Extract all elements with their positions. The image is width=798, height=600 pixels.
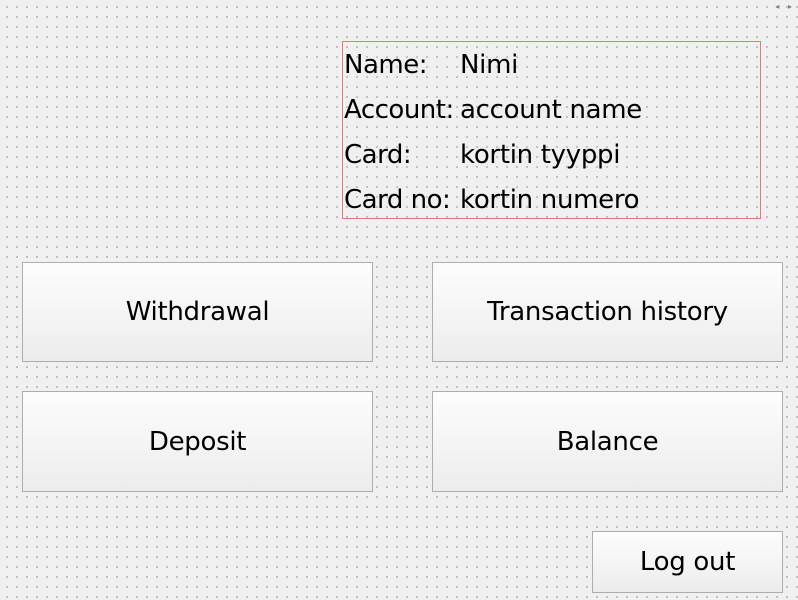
name-value: Nimi xyxy=(460,50,519,80)
account-info-panel: Name: Nimi Account: account name Card: k… xyxy=(342,41,761,219)
deposit-button[interactable]: Deposit xyxy=(22,391,373,492)
name-label: Name: xyxy=(344,50,427,80)
card-number-label: Card no: xyxy=(344,185,451,215)
account-label: Account: xyxy=(344,95,454,125)
card-number-value: kortin numero xyxy=(460,185,640,215)
balance-button[interactable]: Balance xyxy=(432,391,783,492)
scroll-arrows-icon: ◂ ▸ xyxy=(775,2,795,11)
card-label: Card: xyxy=(344,140,412,170)
card-value: kortin tyyppi xyxy=(460,140,621,170)
transaction-history-button[interactable]: Transaction history xyxy=(432,262,783,362)
log-out-button[interactable]: Log out xyxy=(592,531,783,593)
account-value: account name xyxy=(460,95,642,125)
withdrawal-button[interactable]: Withdrawal xyxy=(22,262,373,362)
